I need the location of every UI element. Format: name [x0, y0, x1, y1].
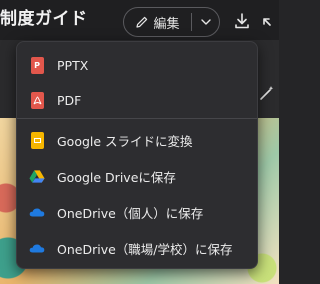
download-button[interactable]: [230, 9, 254, 33]
menu-item-label: PDF: [57, 92, 82, 108]
onedrive-icon: [29, 239, 45, 257]
menu-item-label: OneDrive（個人）に保存: [57, 205, 204, 221]
menu-divider: [17, 118, 257, 119]
menu-item-pptx[interactable]: P PPTX: [17, 50, 257, 80]
onedrive-icon: [29, 203, 45, 221]
menu-item-label: Google Driveに保存: [57, 169, 176, 185]
menu-item-label: PPTX: [57, 57, 89, 73]
pencil-icon: [136, 16, 148, 28]
pdf-file-icon: [29, 91, 45, 109]
menu-item-label: OneDrive（職場/学校）に保存: [57, 241, 233, 257]
download-icon: [235, 13, 249, 29]
menu-item-pdf[interactable]: PDF: [17, 85, 257, 115]
menu-item-label: Google スライドに変換: [57, 133, 193, 149]
menu-item-google-drive[interactable]: Google Driveに保存: [17, 161, 257, 191]
document-title: 制度ガイド: [0, 9, 88, 29]
edit-button-group: 編集: [123, 7, 220, 37]
edit-dropdown-button[interactable]: [192, 8, 219, 36]
pptx-file-icon: P: [29, 56, 45, 74]
menu-item-google-slides[interactable]: Google スライドに変換: [17, 125, 257, 155]
menu-item-onedrive-personal[interactable]: OneDrive（個人）に保存: [17, 197, 257, 227]
expand-icon: [263, 18, 271, 26]
chevron-down-icon: [200, 19, 211, 25]
google-drive-icon: [29, 167, 45, 185]
google-slides-icon: [29, 131, 45, 149]
top-bar: 制度ガイド 編集: [0, 0, 279, 40]
expand-button[interactable]: [262, 9, 282, 33]
edit-button[interactable]: 編集: [124, 8, 191, 36]
magic-wand-icon[interactable]: [258, 84, 276, 102]
export-menu: P PPTX PDF Google スライドに変換 Google Driveに保…: [16, 41, 258, 269]
menu-item-onedrive-work[interactable]: OneDrive（職場/学校）に保存: [17, 233, 257, 263]
edit-button-label: 編集: [153, 16, 180, 32]
